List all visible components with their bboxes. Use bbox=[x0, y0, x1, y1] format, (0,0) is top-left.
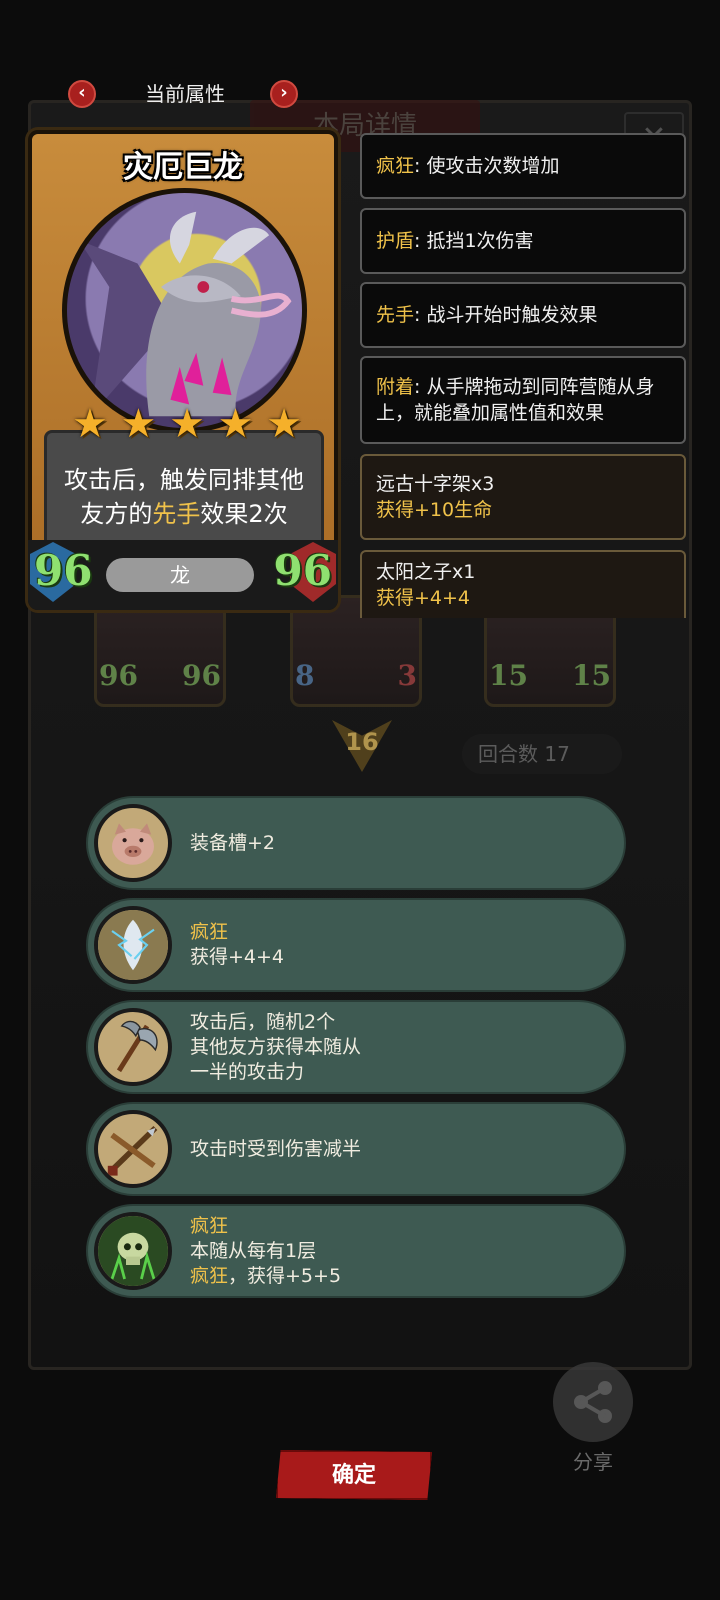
pig-head-icon bbox=[94, 804, 172, 882]
item-name: 远古十字架x3 bbox=[376, 473, 495, 495]
effect-row-5: 疯狂 本随从每有1层 疯狂，获得+5+5 bbox=[86, 1204, 626, 1298]
green-skull-icon bbox=[94, 1212, 172, 1290]
round-counter-label: 回合数 17 bbox=[478, 742, 570, 766]
mini-card-attack: 15 bbox=[489, 659, 528, 692]
mini-card-1: 96 96 bbox=[94, 595, 226, 707]
effect-text: 疯狂 本随从每有1层 疯狂，获得+5+5 bbox=[190, 1206, 341, 1296]
dragon-illustration bbox=[78, 211, 292, 417]
effect-line: ，获得+5+5 bbox=[228, 1264, 342, 1287]
mini-card-health: 96 bbox=[182, 659, 221, 692]
attack-value: 96 bbox=[34, 546, 93, 595]
mini-card-health: 3 bbox=[397, 659, 417, 692]
effect-line: 一半的攻击力 bbox=[190, 1060, 305, 1083]
item-name: 太阳之子x1 bbox=[376, 561, 476, 583]
share-label: 分享 bbox=[573, 1450, 613, 1474]
keyword-text: : 从手牌拖动到同阵营随从身上，就能叠加属性值和效果 bbox=[376, 376, 655, 424]
effect-keyword: 疯狂 bbox=[190, 1264, 229, 1287]
effect-line: 攻击后，随机2个 bbox=[190, 1010, 336, 1033]
star-rating: ★ ★ ★ ★ ★ bbox=[72, 404, 302, 444]
tribe-badge: 龙 bbox=[106, 558, 254, 592]
card-description-text-end: 效果2次 bbox=[200, 500, 288, 528]
effect-row-1: 装备槽+2 bbox=[86, 796, 626, 890]
keyword-name: 疯狂 bbox=[376, 155, 415, 177]
effect-line: 获得+4+4 bbox=[190, 946, 285, 968]
effect-line: 其他友方获得本随从 bbox=[190, 1035, 362, 1058]
keyword-shield: 护盾: 抵挡1次伤害 bbox=[360, 208, 686, 274]
keyword-text: : 抵挡1次伤害 bbox=[414, 230, 534, 252]
star-icon: ★ bbox=[120, 401, 157, 447]
item-son-of-sun: 太阳之子x1 获得+4+4 bbox=[360, 550, 686, 618]
card-name: 灾厄巨龙 bbox=[123, 150, 243, 185]
prev-arrow-button[interactable]: ‹ bbox=[68, 80, 96, 108]
card-stats-bar: 96 龙 96 bbox=[28, 540, 338, 610]
keyword-frenzy: 疯狂: 使攻击次数增加 bbox=[360, 133, 686, 199]
keyword-attach: 附着: 从手牌拖动到同阵营随从身上，就能叠加属性值和效果 bbox=[360, 356, 686, 444]
next-arrow-button[interactable]: › bbox=[270, 80, 298, 108]
star-icon: ★ bbox=[266, 401, 302, 447]
effect-text: 攻击时受到伤害减半 bbox=[190, 1104, 361, 1194]
effect-row-2: 疯狂 获得+4+4 bbox=[86, 898, 626, 992]
keyword-first-strike: 先手: 战斗开始时触发效果 bbox=[360, 282, 686, 348]
keyword-name: 附着 bbox=[376, 376, 415, 398]
effect-text: 攻击后，随机2个 其他友方获得本随从 一半的攻击力 bbox=[190, 1002, 361, 1092]
effect-keyword: 疯狂 bbox=[190, 1214, 229, 1237]
share-icon bbox=[574, 1381, 612, 1423]
effect-row-3: 攻击后，随机2个 其他友方获得本随从 一半的攻击力 bbox=[86, 1000, 626, 1094]
item-effect: 获得+10生命 bbox=[376, 499, 493, 521]
mini-card-attack: 96 bbox=[99, 659, 138, 692]
keyword-text: : 战斗开始时触发效果 bbox=[414, 304, 598, 326]
health-value: 96 bbox=[273, 546, 332, 595]
keyword-name: 护盾 bbox=[376, 230, 415, 252]
minion-card: 灾厄巨龙 攻击后，触发同排其他友方的先手效果2次 ★ ★ ★ ★ ★ 96 龙 … bbox=[28, 130, 338, 610]
effect-text: 装备槽+2 bbox=[190, 798, 275, 888]
star-icon: ★ bbox=[72, 401, 108, 447]
header-title: 当前属性 bbox=[145, 82, 225, 106]
star-icon: ★ bbox=[217, 401, 254, 447]
keyword-text: : 使攻击次数增加 bbox=[414, 155, 560, 177]
item-ancient-cross: 远古十字架x3 获得+10生命 bbox=[360, 454, 686, 540]
effect-line: 装备槽+2 bbox=[190, 831, 276, 854]
effect-line: 本随从每有1层 bbox=[190, 1239, 317, 1262]
round-badge: 16 bbox=[345, 728, 379, 756]
card-description-keyword: 先手 bbox=[152, 500, 201, 528]
crossed-arrows-icon bbox=[94, 1110, 172, 1188]
confirm-button[interactable]: 确定 bbox=[276, 1450, 432, 1500]
star-icon: ★ bbox=[169, 401, 205, 447]
mini-card-attack: 8 bbox=[295, 659, 315, 692]
effect-line: 攻击时受到伤害减半 bbox=[190, 1137, 362, 1160]
item-effect: 获得+4+4 bbox=[376, 587, 471, 609]
effect-row-4: 攻击时受到伤害减半 bbox=[86, 1102, 626, 1196]
mini-card-health: 15 bbox=[572, 659, 611, 692]
lightning-crystal-icon bbox=[94, 906, 172, 984]
effect-text: 疯狂 获得+4+4 bbox=[190, 900, 284, 990]
keyword-name: 先手 bbox=[376, 304, 415, 326]
round-counter: 回合数 17 bbox=[462, 734, 622, 774]
share-button[interactable] bbox=[553, 1362, 633, 1442]
dragon-portrait bbox=[62, 188, 307, 433]
battle-axe-icon bbox=[94, 1008, 172, 1086]
effect-keyword: 疯狂 bbox=[190, 921, 229, 943]
